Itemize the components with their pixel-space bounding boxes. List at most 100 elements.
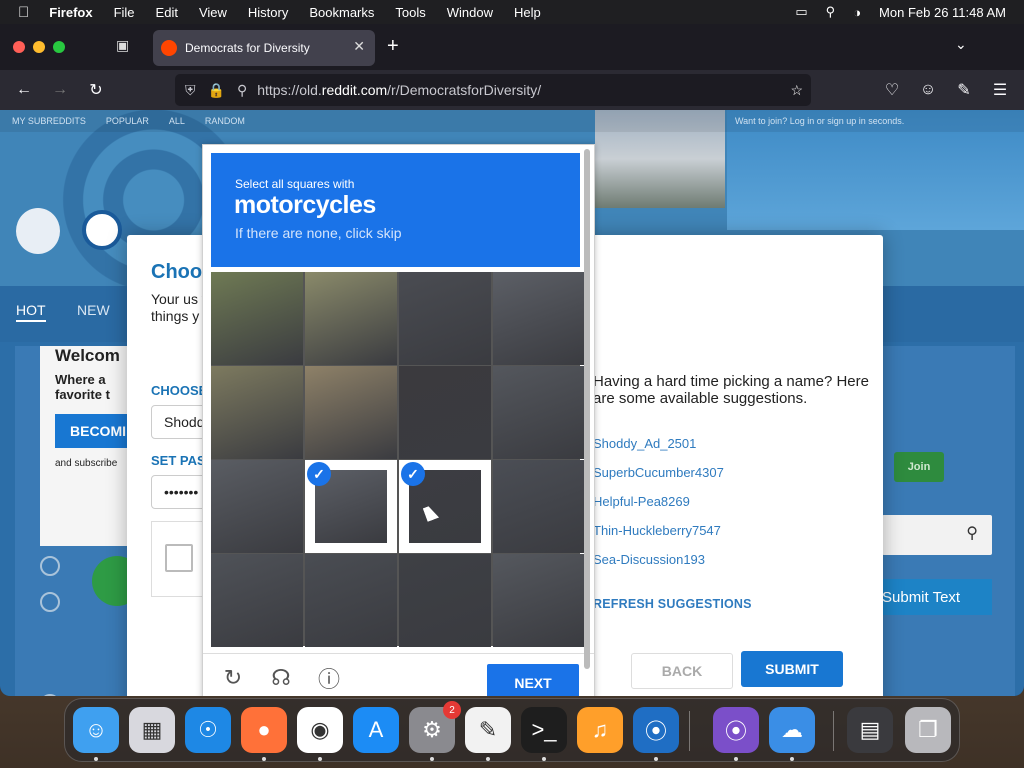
dock-trash-icon[interactable]: ❐ [905, 707, 951, 753]
captcha-tile-11[interactable]: ✓ [399, 460, 491, 553]
screen-mirroring-icon[interactable]: ▭ [795, 4, 807, 20]
captcha-tile-1[interactable] [211, 272, 303, 365]
dock-weather-icon[interactable]: ☁ [769, 707, 815, 753]
control-center-icon[interactable]: ◑ [853, 5, 861, 20]
back-button[interactable]: BACK [631, 653, 733, 689]
dock-separator [833, 711, 834, 751]
tracking-shield-icon[interactable]: ⛨ [185, 82, 196, 99]
popular-link[interactable]: POPULAR [106, 116, 149, 126]
app-menu-icon[interactable]: ☰ [988, 78, 1012, 102]
spotlight-search-icon[interactable]: ⚲ [826, 4, 836, 20]
captcha-tile-13[interactable] [211, 554, 303, 647]
join-button[interactable]: Join [894, 452, 944, 482]
my-subreddits-link[interactable]: MY SUBREDDITS [12, 116, 86, 126]
modal-heading: Choo [151, 261, 203, 283]
captcha-tile-image [493, 366, 585, 459]
captcha-tile-9[interactable] [211, 460, 303, 553]
captcha-tile-12[interactable] [493, 460, 585, 553]
suggestion-2[interactable]: SuperbCucumber4307 [593, 465, 724, 480]
menu-bookmarks[interactable]: Bookmarks [309, 5, 374, 20]
captcha-tile-4[interactable] [493, 272, 585, 365]
list-all-tabs-icon[interactable]: ⌄ [955, 36, 967, 53]
suggestion-5[interactable]: Sea-Discussion193 [593, 552, 705, 567]
tab-active[interactable]: Democrats for Diversity ✕ [153, 30, 375, 66]
reload-icon[interactable]: ↻ [84, 78, 108, 102]
tab-new[interactable]: NEW [77, 302, 110, 318]
menu-window[interactable]: Window [447, 5, 493, 20]
audio-challenge-icon[interactable]: ☊ [267, 664, 295, 692]
permissions-key-icon[interactable]: ⚲ [237, 82, 247, 99]
info-icon[interactable]: ⓘ [315, 664, 343, 692]
dock-finder-icon[interactable]: ☺ [73, 707, 119, 753]
captcha-tile-16[interactable] [493, 554, 585, 647]
bookmark-star-icon[interactable]: ☆ [790, 82, 803, 99]
login-prompt[interactable]: Want to join? Log in or sign up in secon… [735, 116, 904, 126]
dock-app-store-icon[interactable]: A [353, 707, 399, 753]
submit-button[interactable]: SUBMIT [741, 651, 843, 687]
dock-textedit-icon[interactable]: ✎ [465, 707, 511, 753]
captcha-tile-8[interactable] [493, 366, 585, 459]
captcha-vertical-scrollbar[interactable] [583, 145, 591, 679]
tab-overview-icon[interactable]: ▣ [116, 37, 136, 57]
menu-file[interactable]: File [114, 5, 135, 20]
captcha-tile-3[interactable] [399, 272, 491, 365]
running-indicator [318, 757, 322, 761]
tab-hot[interactable]: HOT [16, 302, 46, 322]
refresh-suggestions-link[interactable]: REFRESH SUGGESTIONS [593, 597, 752, 611]
dock-firefox-icon[interactable]: ● [241, 707, 287, 753]
account-icon[interactable]: ☺ [916, 78, 940, 102]
reddit-favicon-icon [161, 40, 177, 56]
app-menu[interactable]: Firefox [49, 5, 92, 20]
captcha-tile-5[interactable] [211, 366, 303, 459]
suggestion-4[interactable]: Thin-Huckleberry7547 [593, 523, 721, 538]
captcha-tile-14[interactable] [305, 554, 397, 647]
dock-desktop-icon[interactable]: ▤ [847, 707, 893, 753]
dock-terminal-icon[interactable]: >_ [521, 707, 567, 753]
dock-launchpad-icon[interactable]: ▦ [129, 707, 175, 753]
menu-history[interactable]: History [248, 5, 288, 20]
reddit-snoo-logo[interactable] [16, 208, 60, 254]
sidebar-bus-icon [40, 592, 60, 612]
captcha-tile-15[interactable] [399, 554, 491, 647]
become-button[interactable]: BECOMI [55, 414, 135, 448]
extensions-icon[interactable]: ✎ [952, 78, 976, 102]
apple-menu-icon[interactable]:  [18, 4, 29, 21]
captcha-tile-10[interactable]: ✓ [305, 460, 397, 553]
url-bar[interactable]: ⛨ 🔒 ⚲ https://old. reddit.com/r/Democrats… [175, 74, 811, 106]
back-icon[interactable]: ← [12, 78, 36, 102]
all-link[interactable]: ALL [169, 116, 185, 126]
clock[interactable]: Mon Feb 26 11:48 AM [879, 5, 1006, 20]
captcha-tile-2[interactable] [305, 272, 397, 365]
close-tab-icon[interactable]: ✕ [353, 38, 365, 55]
dock-chrome-icon[interactable]: ◉ [297, 707, 343, 753]
lock-icon[interactable]: 🔒 [208, 82, 225, 99]
suggestion-3[interactable]: Helpful-Pea8269 [593, 494, 690, 509]
next-button[interactable]: NEXT [487, 664, 579, 696]
new-tab-icon[interactable]: + [387, 35, 399, 58]
submit-text-button[interactable]: Submit Text [882, 579, 992, 615]
sidebar-search[interactable]: ⚲ [882, 515, 992, 555]
captcha-tile-6[interactable] [305, 366, 397, 459]
dock-garageband-icon[interactable]: ♫ [577, 707, 623, 753]
menu-tools[interactable]: Tools [395, 5, 425, 20]
pocket-icon[interactable]: ♡ [880, 78, 904, 102]
zoom-window-button[interactable] [53, 41, 65, 53]
close-window-button[interactable] [13, 41, 25, 53]
recaptcha-checkbox[interactable] [165, 544, 193, 572]
forward-icon[interactable]: → [48, 78, 72, 102]
menu-help[interactable]: Help [514, 5, 541, 20]
captcha-tile-image [493, 460, 585, 553]
captcha-instruction: Select all squares with [235, 177, 355, 191]
suggestion-1[interactable]: Shoddy_Ad_2501 [593, 436, 696, 451]
dock-safari-icon[interactable]: ☉ [185, 707, 231, 753]
captcha-tile-7[interactable] [399, 366, 491, 459]
tab-bar: ▣ Democrats for Diversity ✕ + ⌄ [0, 24, 1024, 70]
minimize-window-button[interactable] [33, 41, 45, 53]
random-link[interactable]: RANDOM [205, 116, 245, 126]
menu-view[interactable]: View [199, 5, 227, 20]
dock-visual-studio-icon[interactable]: ⦿ [713, 707, 759, 753]
reload-challenge-icon[interactable]: ↻ [219, 664, 247, 692]
dock-system-settings-icon[interactable]: ⚙ 2 [409, 701, 461, 753]
menu-edit[interactable]: Edit [156, 5, 178, 20]
dock-visual-studio-code-icon[interactable]: ⦿ [633, 707, 679, 753]
